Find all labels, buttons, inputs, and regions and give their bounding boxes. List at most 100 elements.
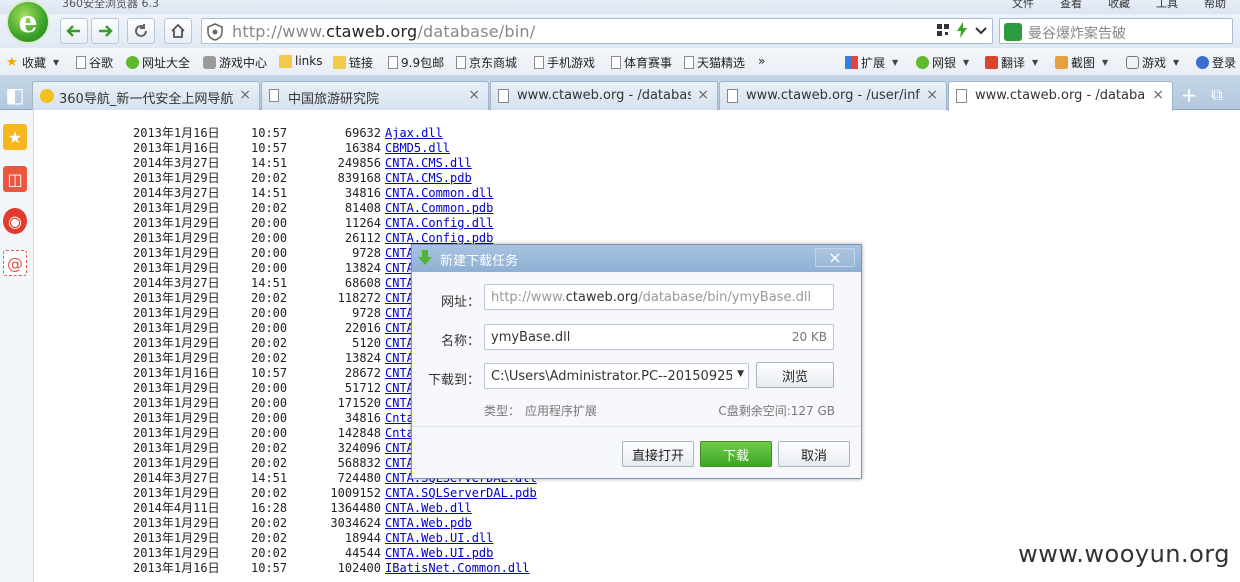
file-link[interactable]: CNTA.Web.dll — [385, 501, 472, 516]
file-link[interactable]: CNTA — [385, 336, 414, 351]
tab-360-nav[interactable]: 360导航_新一代安全上网导航 × — [32, 81, 260, 110]
toolbar-translate[interactable]: 翻译 ▼ — [985, 54, 1038, 71]
file-link[interactable]: CNTA.Web.pdb — [385, 516, 472, 531]
menu-help[interactable]: 帮助 — [1204, 0, 1226, 11]
file-link[interactable]: Ajax.dll — [385, 126, 443, 141]
close-icon[interactable]: × — [926, 87, 938, 103]
bookmark-game-center[interactable]: 游戏中心 — [203, 54, 267, 71]
file-link[interactable]: CNTA — [385, 441, 414, 456]
bookmark-more[interactable]: » — [758, 54, 765, 68]
bookmark-site-directory[interactable]: 网址大全 — [126, 54, 190, 71]
file-link[interactable]: IBatisNet.Common.dll — [385, 561, 530, 576]
file-link[interactable]: CNTA.Common.pdb — [385, 201, 493, 216]
chevron-down-icon[interactable] — [974, 23, 988, 37]
close-icon[interactable]: × — [697, 87, 709, 103]
file-link[interactable]: CNTA — [385, 396, 414, 411]
file-link[interactable]: CNTA.CMS.pdb — [385, 171, 472, 186]
tab-tourism-academy[interactable]: 中国旅游研究院 × — [261, 81, 489, 110]
bookmark-mobile-games[interactable]: 手机游戏 — [534, 54, 595, 71]
address-url[interactable]: http://www.ctaweb.org/database/bin/ — [232, 22, 535, 41]
search-input[interactable]: 曼谷爆炸案告破 — [1028, 23, 1126, 43]
file-link[interactable]: CNTA.Web.UI.dll — [385, 531, 493, 546]
menu-file[interactable]: 文件 — [1012, 0, 1034, 11]
file-link[interactable]: CNTA — [385, 261, 414, 276]
weibo-icon[interactable]: ◉ — [3, 208, 27, 234]
back-button[interactable] — [60, 18, 88, 44]
search-engine-icon[interactable] — [1004, 23, 1022, 41]
file-size: 81408 — [344, 201, 381, 215]
file-link[interactable]: CNTA — [385, 366, 414, 381]
bookmark-google[interactable]: 谷歌 — [76, 54, 113, 71]
file-link[interactable]: CNTA — [385, 306, 414, 321]
page-icon — [611, 56, 621, 69]
file-link[interactable]: Cnta — [385, 426, 414, 441]
file-link[interactable]: CNTA — [385, 291, 414, 306]
menu-view[interactable]: 查看 — [1060, 0, 1082, 11]
browser-logo-icon[interactable]: e — [6, 0, 50, 44]
toolbar-screenshot[interactable]: 截图 ▼ — [1055, 54, 1108, 71]
refresh-button[interactable] — [127, 18, 155, 44]
qr-code-icon[interactable] — [936, 23, 950, 37]
file-link[interactable]: Cnta — [385, 411, 414, 426]
toolbar-extensions[interactable]: 扩展 ▼ — [845, 54, 898, 71]
save-path-select[interactable]: C:\Users\Administrator.PC--20150925WVF ▼ — [484, 363, 749, 389]
download-url-field[interactable]: http://www.ctaweb.org/database/bin/ymyBa… — [484, 284, 834, 310]
bookmark-9-9[interactable]: 9.9包邮 — [388, 54, 444, 71]
translate-icon — [985, 56, 998, 69]
address-bar[interactable]: http://www.ctaweb.org/database/bin/ — [201, 18, 993, 44]
favorites-star-icon[interactable]: ★ — [3, 124, 27, 150]
menu-tools[interactable]: 工具 — [1156, 0, 1178, 11]
file-date: 2013年1月29日 — [133, 441, 220, 455]
file-link[interactable]: CNTA — [385, 321, 414, 336]
toolbar-login[interactable]: 登录 — [1196, 54, 1236, 71]
cancel-button[interactable]: 取消 — [778, 441, 850, 467]
tab-list-icon[interactable]: ⧉ — [1204, 82, 1230, 108]
file-link[interactable]: CNTA.Web.UI.pdb — [385, 546, 493, 561]
bookmark-tmall[interactable]: 天猫精选 — [684, 54, 745, 71]
close-icon[interactable]: × — [1152, 87, 1164, 103]
bookmark-links-cn[interactable]: 链接 — [333, 54, 373, 71]
tab-database-active[interactable]: www.ctaweb.org - /database/ × — [948, 81, 1173, 111]
new-tab-icon[interactable]: + — [1176, 82, 1202, 108]
bookmark-favorites[interactable]: ★ 收藏 ▼ — [6, 54, 59, 71]
file-time: 20:02 — [251, 546, 288, 560]
file-link[interactable]: CNTA.SQLServerDAL.pdb — [385, 486, 537, 501]
close-icon[interactable]: × — [239, 87, 251, 103]
speed-mode-icon[interactable] — [956, 22, 968, 38]
file-link[interactable]: CNTA — [385, 381, 414, 396]
bookmark-jd[interactable]: 京东商城 — [456, 54, 517, 71]
toolbar-label: 游戏 — [1142, 56, 1167, 70]
download-button[interactable]: 下载 — [700, 441, 772, 467]
open-directly-button[interactable]: 直接打开 — [622, 441, 694, 467]
browse-button[interactable]: 浏览 — [756, 362, 834, 388]
forward-button[interactable] — [91, 18, 119, 44]
shopping-bag-icon[interactable]: ◫ — [3, 166, 27, 192]
file-link[interactable]: CNTA.Config.dll — [385, 216, 493, 231]
file-link[interactable]: CNTA — [385, 246, 414, 261]
search-box[interactable]: 曼谷爆炸案告破 — [999, 18, 1233, 44]
menu-favorites[interactable]: 收藏 — [1108, 0, 1130, 11]
file-link[interactable]: CBMD5.dll — [385, 141, 450, 156]
close-icon[interactable]: × — [815, 248, 855, 267]
tab-database-1[interactable]: www.ctaweb.org - /database/ × — [490, 81, 718, 110]
file-link[interactable]: CNTA.Common.dll — [385, 186, 493, 201]
mail-icon[interactable]: @ — [3, 250, 27, 276]
bookmark-links[interactable]: links — [279, 54, 322, 68]
close-icon[interactable]: × — [468, 87, 480, 103]
bookmark-sports[interactable]: 体育赛事 — [611, 54, 672, 71]
sidebar-toggle-icon[interactable]: ◧ — [2, 82, 28, 108]
toolbar-netbank[interactable]: 网银 ▼ — [916, 54, 969, 71]
file-date: 2014年3月27日 — [133, 471, 220, 485]
file-link[interactable]: CNTA — [385, 276, 414, 291]
file-link[interactable]: CNTA.CMS.dll — [385, 156, 472, 171]
file-link[interactable]: CNTA — [385, 456, 414, 471]
file-size: 51712 — [344, 381, 381, 395]
home-button[interactable] — [164, 18, 192, 44]
toolbar-games[interactable]: 游戏 ▼ — [1126, 54, 1179, 71]
file-link[interactable]: CNTA — [385, 351, 414, 366]
file-name-field[interactable]: ymyBase.dll 20 KB — [484, 324, 834, 350]
scissors-icon — [1055, 56, 1068, 69]
tab-user-info[interactable]: www.ctaweb.org - /user/info/ × — [719, 81, 947, 110]
security-shield-icon[interactable] — [206, 23, 224, 41]
chevron-down-icon: ▼ — [53, 58, 60, 67]
